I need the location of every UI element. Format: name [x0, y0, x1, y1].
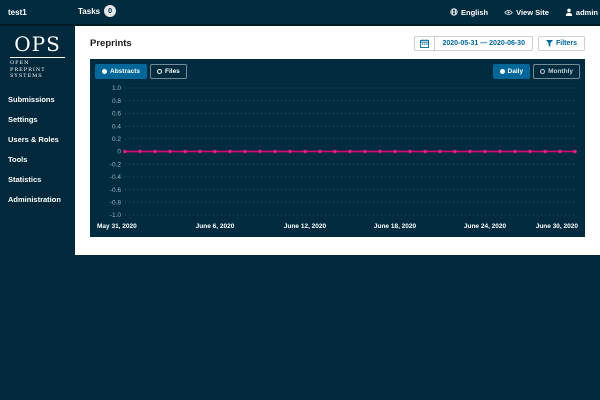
calendar-button[interactable]	[415, 37, 435, 50]
sidebar-item-administration[interactable]: Administration	[0, 190, 75, 210]
panel-header: Preprints 2020-05-31 — 2020-06-30	[75, 26, 600, 59]
granularity-daily[interactable]: Daily	[493, 64, 531, 79]
svg-text:0: 0	[117, 149, 121, 156]
date-range-group: 2020-05-31 — 2020-06-30	[414, 36, 533, 51]
tab-files-label: Files	[165, 68, 180, 75]
globe-icon	[450, 8, 458, 16]
tasks-count-badge: 0	[104, 5, 116, 17]
sidebar-item-users-roles[interactable]: Users & Roles	[0, 130, 75, 150]
sidebar-item-tools[interactable]: Tools	[0, 150, 75, 170]
topbar-right: English View Site admin	[450, 0, 600, 24]
user-icon	[565, 8, 573, 16]
sidebar: OPS OPEN PREPRINT SYSTEMS Submissions Se…	[0, 26, 75, 400]
svg-text:June 12, 2020: June 12, 2020	[284, 223, 327, 230]
granularity-daily-label: Daily	[508, 68, 524, 75]
preprints-chart: 1.0 0.8 0.6 0.4 0.2 0 -0.2 -0.4 -0.6 -0.8 -1.0 May …	[95, 82, 580, 232]
svg-text:-1.0: -1.0	[110, 212, 122, 219]
topbar: test1 Tasks 0 English View Site adm	[0, 0, 600, 26]
page-title: Preprints	[90, 38, 132, 49]
tasks-button[interactable]: Tasks 0	[78, 5, 116, 17]
svg-text:June 18, 2020: June 18, 2020	[374, 223, 417, 230]
language-label: English	[461, 8, 488, 17]
context-title: test1	[8, 8, 27, 17]
tab-abstracts-label: Abstracts	[110, 68, 140, 75]
svg-text:0.6: 0.6	[112, 111, 121, 118]
svg-text:-0.8: -0.8	[110, 200, 122, 207]
tasks-label: Tasks	[78, 7, 100, 16]
radio-dot-icon	[540, 69, 545, 74]
preprints-chart-card: Abstracts Files Daily Monthly 1.0 0.8 0.6 0…	[90, 59, 585, 237]
ops-logo-acronym: OPS	[10, 32, 65, 58]
svg-text:-0.4: -0.4	[110, 174, 122, 181]
header-controls: 2020-05-31 — 2020-06-30 Filters	[414, 36, 585, 51]
view-site-label: View Site	[516, 8, 549, 17]
language-menu[interactable]: English	[450, 8, 488, 17]
svg-text:May 31, 2020: May 31, 2020	[97, 223, 137, 230]
date-range-button[interactable]: 2020-05-31 — 2020-06-30	[435, 37, 532, 50]
ops-logo: OPS OPEN PREPRINT SYSTEMS	[10, 32, 65, 80]
filter-funnel-icon	[546, 40, 553, 47]
sidebar-item-settings[interactable]: Settings	[0, 110, 75, 130]
svg-text:0.4: 0.4	[112, 123, 121, 130]
eye-icon	[504, 9, 513, 16]
view-site-link[interactable]: View Site	[504, 8, 549, 17]
granularity-toggle: Daily Monthly	[493, 64, 580, 79]
svg-text:1.0: 1.0	[112, 85, 121, 92]
user-label: admin	[576, 8, 598, 17]
sidebar-item-statistics[interactable]: Statistics	[0, 170, 75, 190]
svg-text:June 6, 2020: June 6, 2020	[196, 223, 235, 230]
radio-dot-icon	[500, 69, 505, 74]
tab-abstracts[interactable]: Abstracts	[95, 64, 147, 79]
svg-text:-0.6: -0.6	[110, 187, 122, 194]
filters-label: Filters	[556, 40, 577, 47]
radio-dot-icon	[102, 69, 107, 74]
sidebar-nav: Submissions Settings Users & Roles Tools…	[0, 90, 75, 210]
tab-files[interactable]: Files	[150, 64, 187, 79]
svg-text:-0.2: -0.2	[110, 161, 122, 168]
svg-text:0.2: 0.2	[112, 136, 121, 143]
user-menu[interactable]: admin	[565, 8, 598, 17]
svg-text:June 24, 2020: June 24, 2020	[464, 223, 507, 230]
filters-button[interactable]: Filters	[538, 36, 585, 51]
ops-logo-subtitle: OPEN PREPRINT SYSTEMS	[10, 60, 65, 80]
svg-text:June 30, 2020: June 30, 2020	[536, 223, 579, 230]
metric-tabs: Abstracts Files	[95, 64, 187, 79]
granularity-monthly-label: Monthly	[548, 68, 573, 75]
main-panel: Preprints 2020-05-31 — 2020-06-30	[75, 26, 600, 255]
calendar-icon	[420, 39, 429, 48]
chart-card-header: Abstracts Files Daily Monthly	[95, 64, 580, 79]
granularity-monthly[interactable]: Monthly	[533, 64, 580, 79]
radio-dot-icon	[157, 69, 162, 74]
sidebar-item-submissions[interactable]: Submissions	[0, 90, 75, 110]
svg-text:0.8: 0.8	[112, 98, 121, 105]
